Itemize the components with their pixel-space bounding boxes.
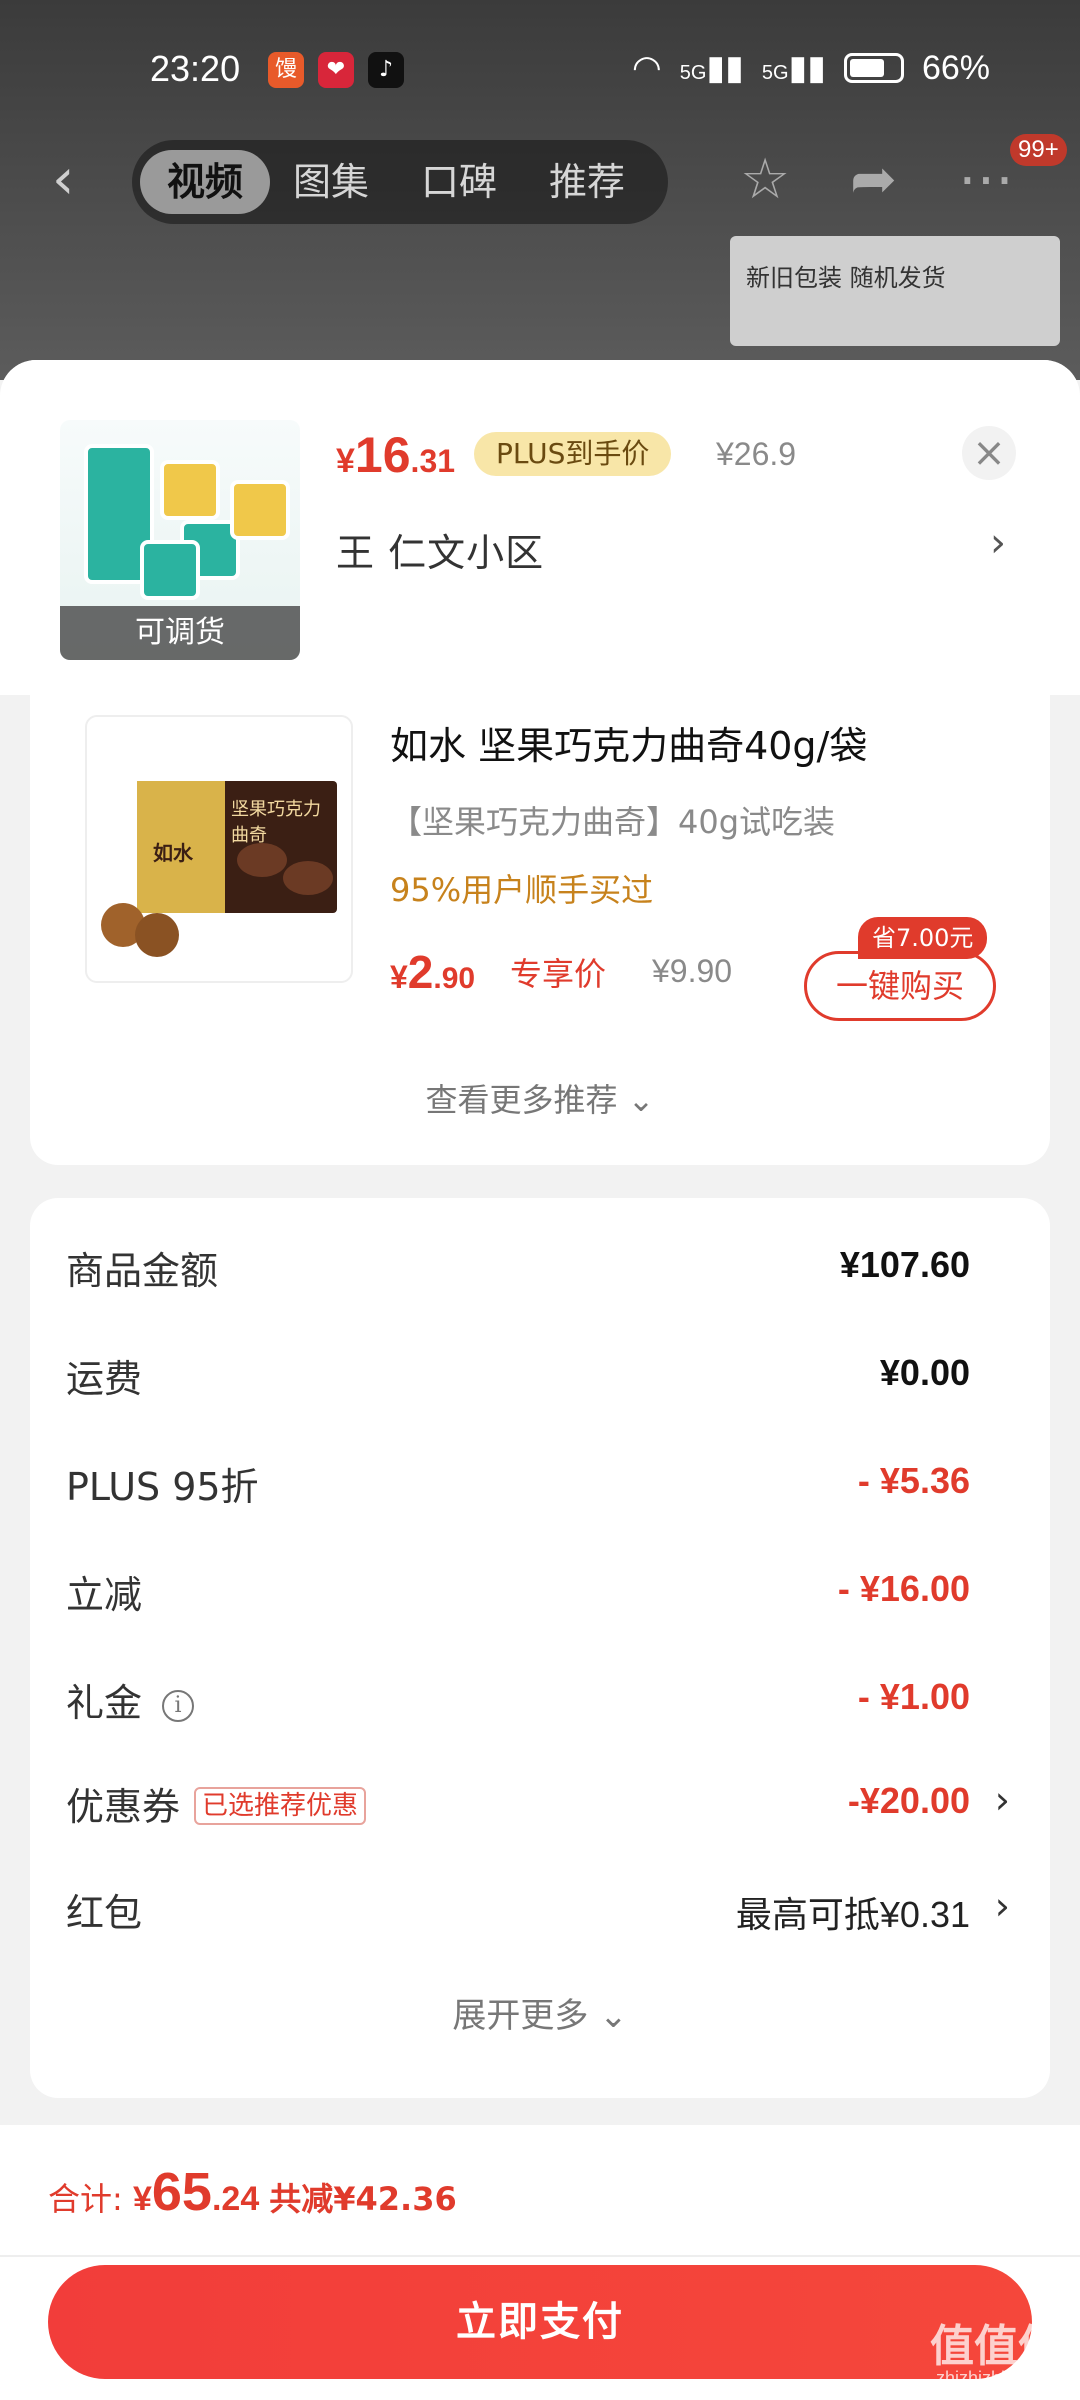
pay-now-button[interactable]: 立即支付	[48, 2265, 1032, 2379]
product-header: 可调货 ¥16.31 PLUS到手价 ¥26.9 × 王 仁文小区 ›	[0, 360, 1080, 695]
more-recommendations-link[interactable]: 查看更多推荐 ⌄	[30, 1075, 1050, 1121]
checkout-footer: 合计: ¥65.24 共减¥42.36 立即支付	[0, 2125, 1080, 2400]
share-icon[interactable]: ➦	[850, 150, 897, 210]
star-icon[interactable]: ☆	[740, 150, 790, 210]
media-tabs: 视频 图集 口碑 推荐	[132, 140, 668, 224]
expand-more-link[interactable]: 展开更多 ⌄	[30, 1988, 1050, 2037]
status-bar: 23:20 馒 ❤ ♪ ◠ 5G▮▮ 5G▮▮ 66%	[0, 40, 1080, 100]
tissue-roll	[230, 480, 290, 540]
status-indicators: ◠ 5G▮▮ 5G▮▮ 66%	[632, 48, 990, 88]
chevron-right-icon[interactable]: ›	[995, 1778, 1010, 1822]
recommendation-original-price: ¥9.90	[652, 953, 733, 989]
cookie-graphic	[237, 843, 287, 877]
signal-icon: 5G▮▮	[679, 49, 744, 87]
tiktok-icon: ♪	[368, 52, 404, 88]
summary-row-instant-discount: 立减 - ¥16.00	[66, 1568, 970, 1617]
cookie-graphic	[283, 861, 333, 895]
checkout-sheet: 可调货 ¥16.31 PLUS到手价 ¥26.9 × 王 仁文小区 › 如水 坚…	[0, 360, 1080, 2400]
plus-price-tag: PLUS到手价	[474, 432, 672, 476]
recommendation-desc: 【坚果巧克力曲奇】40g试吃装	[390, 803, 836, 841]
one-click-buy-button[interactable]: 一键购买	[804, 951, 996, 1021]
summary-row-red-packet[interactable]: 红包 最高可抵¥0.31 ›	[30, 1870, 1050, 1950]
battery-level: 66%	[921, 48, 990, 87]
exclusive-price-label: 专享价	[510, 955, 607, 993]
chevron-right-icon[interactable]: ›	[990, 520, 1006, 566]
recommendation-card: 如水 坚果巧克力曲奇 如水 坚果巧克力曲奇40g/袋 【坚果巧克力曲奇】40g试…	[30, 695, 1050, 1165]
cookie-package: 如水 坚果巧克力曲奇	[137, 781, 337, 913]
summary-row-subtotal: 商品金额 ¥107.60	[66, 1244, 970, 1293]
background-page: 23:20 馒 ❤ ♪ ◠ 5G▮▮ 5G▮▮ 66% ‹ 视频 图集 口碑 推…	[0, 0, 1080, 380]
order-total: 合计: ¥65.24 共减¥42.36	[48, 2162, 457, 2222]
top-nav: ‹ 视频 图集 口碑 推荐 ☆ ➦ ⋯ 99+	[0, 130, 1080, 230]
product-image[interactable]: 可调货	[60, 420, 300, 660]
package-brand: 如水	[153, 841, 193, 865]
status-time: 23:20	[150, 48, 241, 89]
recommendation-image[interactable]: 如水 坚果巧克力曲奇	[85, 715, 353, 983]
hazelnut-graphic	[135, 913, 179, 957]
recommendation-name[interactable]: 如水 坚果巧克力曲奇40g/袋	[390, 715, 867, 770]
close-button[interactable]: ×	[962, 426, 1016, 480]
summary-row-plus-discount: PLUS 95折 - ¥5.36	[66, 1460, 970, 1509]
package-panel: 如水	[137, 781, 225, 913]
back-icon[interactable]: ‹	[52, 150, 92, 210]
summary-row-coupon[interactable]: 优惠券 已选推荐优惠 -¥20.00 ›	[30, 1764, 1050, 1844]
delivery-address[interactable]: 王 仁文小区	[336, 522, 544, 577]
app-notification-icon: ❤	[318, 52, 354, 88]
package-title: 坚果巧克力曲奇	[231, 799, 321, 846]
product-price: ¥16.31	[336, 427, 456, 483]
save-badge: 省7.00元	[858, 917, 988, 959]
more-icon[interactable]: ⋯	[958, 150, 1014, 210]
stock-overlay: 可调货	[60, 606, 300, 660]
info-icon[interactable]: i	[162, 1690, 195, 1722]
recommendation-price: ¥2.90	[390, 946, 476, 998]
order-summary: 商品金额 ¥107.60 运费 ¥0.00 PLUS 95折 - ¥5.36 立…	[30, 1198, 1050, 2098]
original-price: ¥26.9	[716, 436, 797, 472]
battery-icon	[843, 53, 904, 83]
total-savings: 共减¥42.36	[269, 2180, 457, 2218]
background-thumbnail: 新旧包装 随机发货	[730, 236, 1060, 346]
tab-reviews[interactable]: 口碑	[404, 150, 514, 214]
tab-recommend[interactable]: 推荐	[532, 150, 642, 214]
summary-row-gift-money: 礼金 i - ¥1.00	[66, 1676, 970, 1725]
coupon-selected-tag: 已选推荐优惠	[194, 1787, 367, 1825]
tissue-roll	[140, 540, 200, 600]
watermark-logo: 值值值	[930, 2321, 1062, 2372]
tissue-roll	[160, 460, 220, 520]
summary-row-shipping: 运费 ¥0.00	[66, 1352, 970, 1401]
watermark-url: zhizhizhi.com	[936, 2368, 1045, 2388]
app-notification-icon: 馒	[268, 52, 304, 88]
tab-video[interactable]: 视频	[140, 150, 270, 214]
chevron-right-icon[interactable]: ›	[995, 1884, 1010, 1928]
tab-gallery[interactable]: 图集	[276, 150, 386, 214]
signal-icon: 5G▮▮	[761, 49, 826, 87]
recommendation-stat: 95%用户顺手买过	[390, 871, 654, 909]
message-badge: 99+	[1010, 134, 1067, 166]
thumbnail-caption: 新旧包装 随机发货	[746, 264, 946, 292]
wifi-icon: ◠	[632, 49, 662, 87]
divider	[0, 2255, 1080, 2257]
